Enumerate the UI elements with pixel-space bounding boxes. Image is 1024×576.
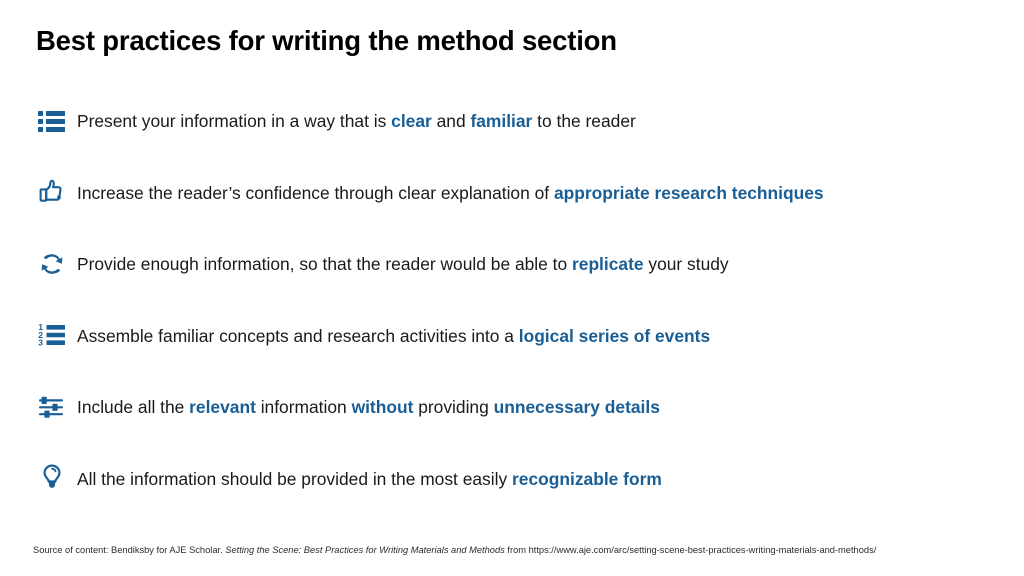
- page-title: Best practices for writing the method se…: [36, 25, 617, 56]
- text-segment: to the reader: [532, 111, 636, 131]
- list-item-text: Increase the reader’s confidence through…: [77, 179, 824, 205]
- text-segment: Increase the reader’s confidence through…: [77, 182, 554, 203]
- footnote-source-url: from https://www.aje.com/arc/setting-sce…: [504, 545, 877, 555]
- list-item: Include all the relevant information wit…: [36, 393, 996, 465]
- numbered-list-icon: 1 2 3: [36, 319, 68, 351]
- text-segment: Provide enough information, so that the …: [77, 254, 572, 274]
- emphasis-phrase: recognizable form: [512, 468, 662, 489]
- list-item-text: Assemble familiar concepts and research …: [77, 322, 710, 348]
- list-item: All the information should be provided i…: [36, 463, 996, 537]
- text-segment: information: [255, 397, 352, 417]
- list-item-text: Include all the relevant information wit…: [77, 393, 660, 419]
- text-segment: Include all the: [77, 397, 190, 417]
- source-footnote: Source of content: Bendiksby for AJE Sch…: [33, 544, 963, 558]
- emphasis-phrase: replicate: [572, 254, 644, 274]
- text-segment: and: [431, 111, 471, 131]
- list-item-text: All the information should be provided i…: [77, 465, 662, 491]
- text-segment: Present your information in a way that i…: [77, 111, 392, 131]
- text-segment: All the information should be provided i…: [77, 468, 513, 489]
- bulleted-list-icon: [36, 105, 68, 137]
- list-item: Present your information in a way that i…: [36, 107, 996, 179]
- list-item: 1 2 3 Assemble familiar concepts and res…: [36, 322, 996, 394]
- emphasis-phrase: unnecessary details: [493, 397, 660, 417]
- slide-canvas: Best practices for writing the method se…: [0, 0, 1024, 576]
- refresh-cycle-icon: [36, 248, 68, 280]
- thumbs-up-icon: [36, 176, 68, 208]
- list-item: Provide enough information, so that the …: [36, 250, 996, 322]
- sliders-settings-icon: [36, 391, 68, 423]
- list-item-text: Present your information in a way that i…: [77, 107, 636, 133]
- footnote-article-title: Setting the Scene: Best Practices for Wr…: [225, 545, 505, 555]
- lightbulb-icon: [36, 461, 68, 493]
- emphasis-phrase: without: [351, 397, 414, 417]
- emphasis-phrase: clear: [391, 111, 432, 131]
- text-segment: providing: [413, 397, 494, 417]
- emphasis-phrase: familiar: [470, 111, 533, 131]
- emphasis-phrase: appropriate research techniques: [553, 182, 824, 203]
- text-segment: your study: [643, 254, 729, 274]
- emphasis-phrase: logical series of events: [518, 325, 711, 346]
- list-item-text: Provide enough information, so that the …: [77, 250, 729, 276]
- list-item: Increase the reader’s confidence through…: [36, 179, 996, 251]
- text-segment: Assemble familiar concepts and research …: [77, 325, 519, 346]
- best-practices-list: Present your information in a way that i…: [36, 107, 996, 536]
- emphasis-phrase: relevant: [189, 397, 256, 417]
- svg-text:3: 3: [38, 337, 43, 347]
- footnote-prefix: Source of content: Bendiksby for AJE Sch…: [33, 545, 226, 555]
